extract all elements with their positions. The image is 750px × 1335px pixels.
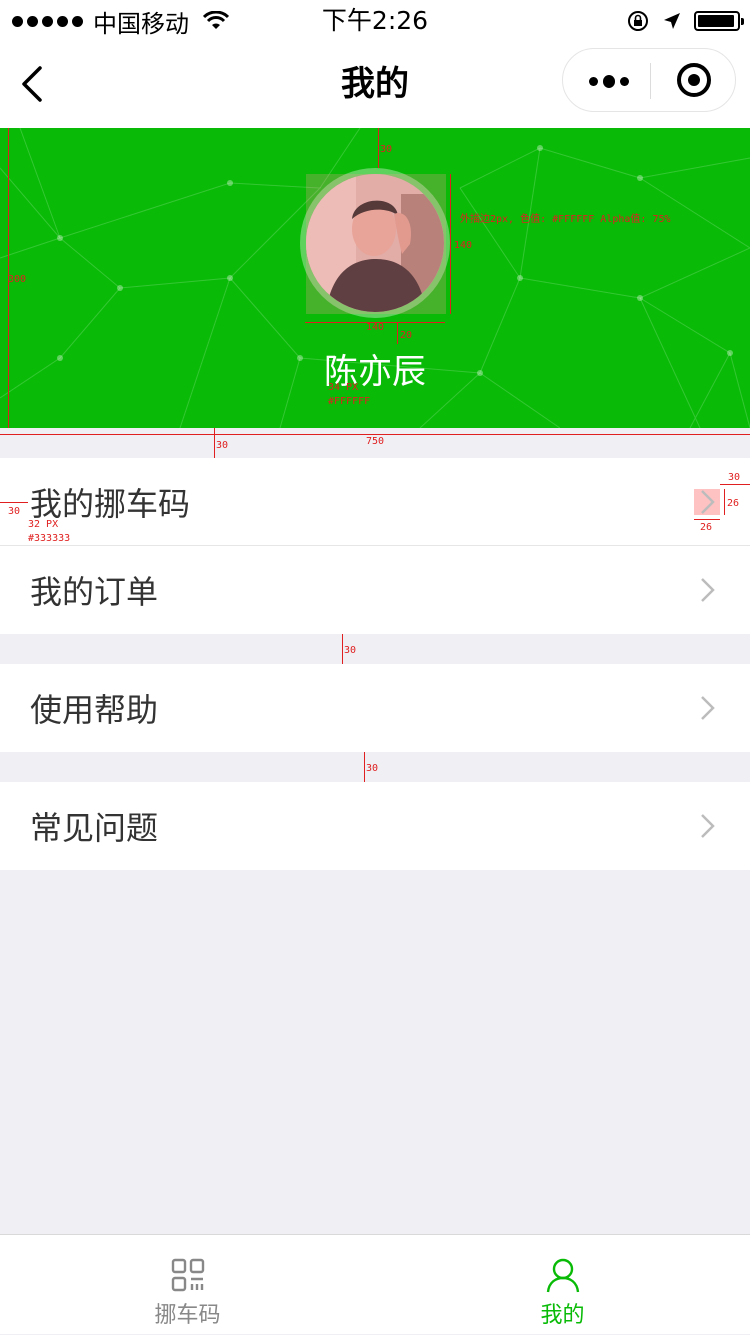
- annotation-row-color: #333333: [28, 533, 71, 544]
- menu-group-2: 使用帮助: [0, 664, 750, 752]
- annotation-line: [0, 434, 750, 435]
- annotation-row-padding: 30: [8, 506, 21, 517]
- annotation-name-gap: 20: [400, 330, 413, 341]
- nav-bar: 我的: [0, 40, 750, 128]
- avatar-ring: [300, 168, 450, 318]
- status-right: [626, 4, 744, 38]
- annotation-line: [720, 484, 750, 485]
- annotation-group-gap-1: 30: [344, 645, 357, 656]
- annotation-border-note: 外描边2px, 色值: #FFFFFF Alpha值: 75%: [460, 214, 671, 225]
- orientation-lock-icon: [628, 11, 648, 31]
- annotation-group-gap-2: 30: [366, 763, 379, 774]
- annotation-arrow-offset: 30: [728, 472, 741, 483]
- annotation-row-font: 32 PX: [28, 519, 59, 530]
- annotation-arrow-size-v: 26: [727, 498, 740, 509]
- annotation-banner-gap: 30: [216, 440, 229, 451]
- annotation-line: [450, 174, 451, 314]
- annotation-line: [364, 752, 365, 782]
- menu-item-label: 使用帮助: [30, 691, 159, 729]
- menu-item-label: 常见问题: [30, 809, 159, 847]
- annotation-line: [0, 502, 28, 503]
- avatar-photo: [306, 174, 444, 312]
- qrcode-icon: [171, 1258, 205, 1292]
- menu-group-1: 我的挪车码 我的订单: [0, 458, 750, 634]
- profile-banner: 30 300 140 140 外描边2px, 色值: #FFFFFF Alpha…: [0, 128, 750, 428]
- more-icon[interactable]: [589, 69, 629, 93]
- menu-item-help[interactable]: 使用帮助: [0, 664, 750, 752]
- close-miniprogram-icon[interactable]: [677, 63, 711, 97]
- annotation-line: [378, 128, 379, 168]
- annotation-line: [724, 489, 725, 515]
- annotation-name-color: #FFFFFF: [328, 396, 371, 407]
- chevron-right-icon: [701, 696, 715, 720]
- location-icon: [664, 13, 680, 29]
- annotation-line: [397, 322, 398, 344]
- tab-label: 我的: [540, 1303, 585, 1328]
- annotation-banner-height: 300: [8, 274, 27, 285]
- annotation-top-gap: 30: [380, 144, 393, 155]
- tab-parking-code[interactable]: 挪车码: [0, 1235, 375, 1335]
- chevron-right-icon: [701, 490, 715, 514]
- annotation-name-font: 34 PX: [328, 382, 359, 393]
- user-icon: [546, 1258, 580, 1293]
- status-bar: 中国移动 下午2:26: [0, 0, 750, 40]
- menu-item-faq[interactable]: 常见问题: [0, 782, 750, 870]
- tab-bar: 挪车码 我的: [0, 1234, 750, 1334]
- menu-group-3: 常见问题: [0, 782, 750, 870]
- annotation-avatar-side: 140: [454, 240, 473, 251]
- capsule-divider: [650, 63, 651, 99]
- menu-item-parking-code[interactable]: 我的挪车码: [0, 458, 750, 546]
- tab-mine[interactable]: 我的: [375, 1235, 750, 1335]
- annotation-line: [342, 634, 343, 664]
- chevron-right-icon: [701, 814, 715, 838]
- tab-label: 挪车码: [154, 1303, 221, 1328]
- annotation-line: [214, 428, 215, 458]
- avatar[interactable]: [306, 174, 444, 312]
- annotation-arrow-size-h: 26: [700, 522, 713, 533]
- annotation-avatar-width: 140: [366, 322, 385, 333]
- annotation-page-width: 750: [366, 436, 385, 447]
- menu-item-orders[interactable]: 我的订单: [0, 546, 750, 634]
- battery-icon: [694, 11, 744, 31]
- user-name: 陈亦辰: [324, 352, 426, 392]
- capsule-menu: [562, 48, 736, 112]
- menu-item-label: 我的订单: [30, 573, 159, 611]
- chevron-right-icon: [701, 578, 715, 602]
- annotation-line: [694, 519, 720, 520]
